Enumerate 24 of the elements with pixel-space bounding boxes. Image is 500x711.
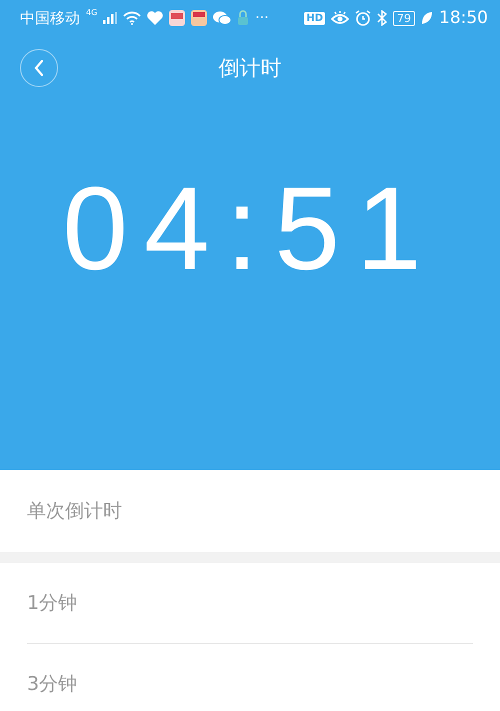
more-notifications: ··· xyxy=(255,10,269,26)
back-icon xyxy=(33,59,45,77)
back-button[interactable] xyxy=(20,49,58,87)
carrier-name: 中国移动 xyxy=(20,8,80,28)
app-icon xyxy=(169,10,186,26)
hd-badge: HD xyxy=(304,12,325,24)
eye-icon xyxy=(331,11,349,25)
signal-icon xyxy=(103,12,118,24)
heart-icon xyxy=(147,11,164,25)
section-title: 单次倒计时 xyxy=(26,499,123,524)
alarm-icon xyxy=(355,10,371,26)
app-icon xyxy=(191,10,208,26)
lock-icon xyxy=(237,10,250,26)
clock-time: 18:50 xyxy=(439,8,488,28)
network-type: 4G xyxy=(86,8,98,17)
chat-icon xyxy=(213,11,232,25)
preset-item[interactable]: 1分钟 xyxy=(0,563,500,643)
wifi-icon xyxy=(123,11,142,25)
battery-indicator: 79 xyxy=(393,10,415,26)
page-title: 倒计时 xyxy=(218,55,282,82)
countdown-display: 04:51 xyxy=(62,170,438,288)
preset-item[interactable]: 3分钟 xyxy=(0,644,500,711)
leaf-icon xyxy=(421,11,433,25)
bluetooth-icon xyxy=(377,10,387,26)
